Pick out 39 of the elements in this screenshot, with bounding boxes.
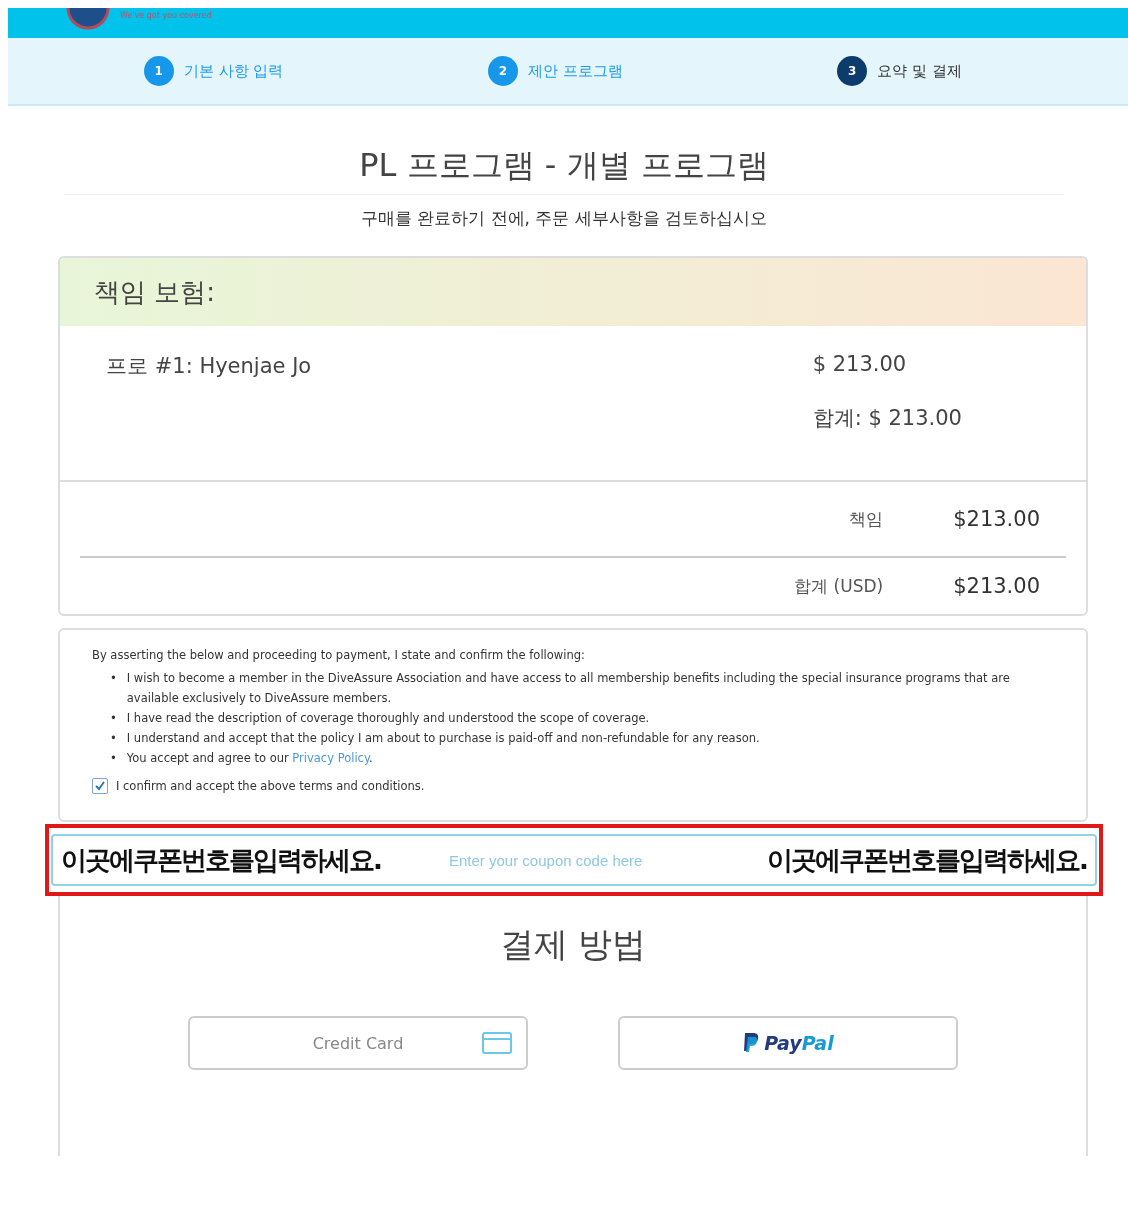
summary-value: $213.00	[953, 574, 1040, 598]
credit-card-icon	[482, 1032, 512, 1054]
paypal-icon	[742, 1032, 761, 1054]
terms-intro: By asserting the below and proceeding to payment, I state and confirm the following:	[92, 648, 586, 662]
logo-icon	[66, 8, 110, 30]
bullet: •	[110, 670, 117, 687]
check-icon	[95, 781, 105, 791]
page-title: PL 프로그램 - 개별 프로그램	[64, 144, 1064, 195]
coupon-field[interactable]: 이곳에쿠폰번호를입력하세요. Enter your coupon code here 이곳에쿠폰번호를입력하세요.	[51, 834, 1097, 886]
bullet: •	[110, 710, 117, 727]
terms-item: I have read the description of coverage thoroughly and understood the scope of coverage.	[126, 710, 650, 727]
item-total: 합계: $ 213.00	[812, 405, 962, 432]
summary-label: 책임	[849, 507, 884, 531]
bullet: •	[110, 730, 117, 747]
terms-item: You accept and agree to our Privacy Policy.	[126, 750, 373, 767]
item-price: $ 213.00	[812, 352, 907, 376]
tagline: We've got you covered	[120, 11, 212, 20]
subtitle: 구매를 완료하기 전에, 주문 세부사항을 검토하십시오	[359, 207, 769, 230]
item-label: 프로 #1: Hyenjae Jo	[106, 353, 312, 380]
terms-item: I understand and accept that the policy I am about to purchase is paid-off and non-refundable for any reason.	[126, 730, 760, 747]
bullet: •	[110, 750, 117, 767]
step-number: 2	[488, 56, 518, 86]
step-label[interactable]: 기본 사항 입력	[183, 61, 284, 81]
credit-card-button[interactable]: Credit Card	[188, 1016, 528, 1070]
terms-item: I wish to become a member in the DiveAssure Association and have access to all membership benefits including the special insurance programs that are available exclusively to DiveAssure members.	[126, 670, 1011, 707]
step-label[interactable]: 요약 및 결제	[877, 61, 962, 81]
summary-value: $213.00	[953, 507, 1040, 531]
paypal-button[interactable]: PayPal	[618, 1016, 958, 1070]
payment-title: 결제 방법	[499, 923, 647, 966]
confirm-checkbox[interactable]	[92, 778, 108, 794]
step-number: 3	[837, 56, 868, 86]
coupon-note: 이곳에쿠폰번호를입력하세요.	[61, 843, 381, 877]
step-label[interactable]: 제안 프로그램	[528, 61, 623, 81]
confirm-label: I confirm and accept the above terms and conditions.	[116, 779, 425, 793]
card-heading: 책임 보험:	[60, 258, 1086, 326]
step-number: 1	[143, 56, 174, 86]
coupon-note: 이곳에쿠폰번호를입력하세요.	[767, 843, 1087, 877]
paypal-logo-text: PayPal	[764, 1032, 834, 1054]
summary-label: 합계 (USD)	[794, 574, 884, 598]
